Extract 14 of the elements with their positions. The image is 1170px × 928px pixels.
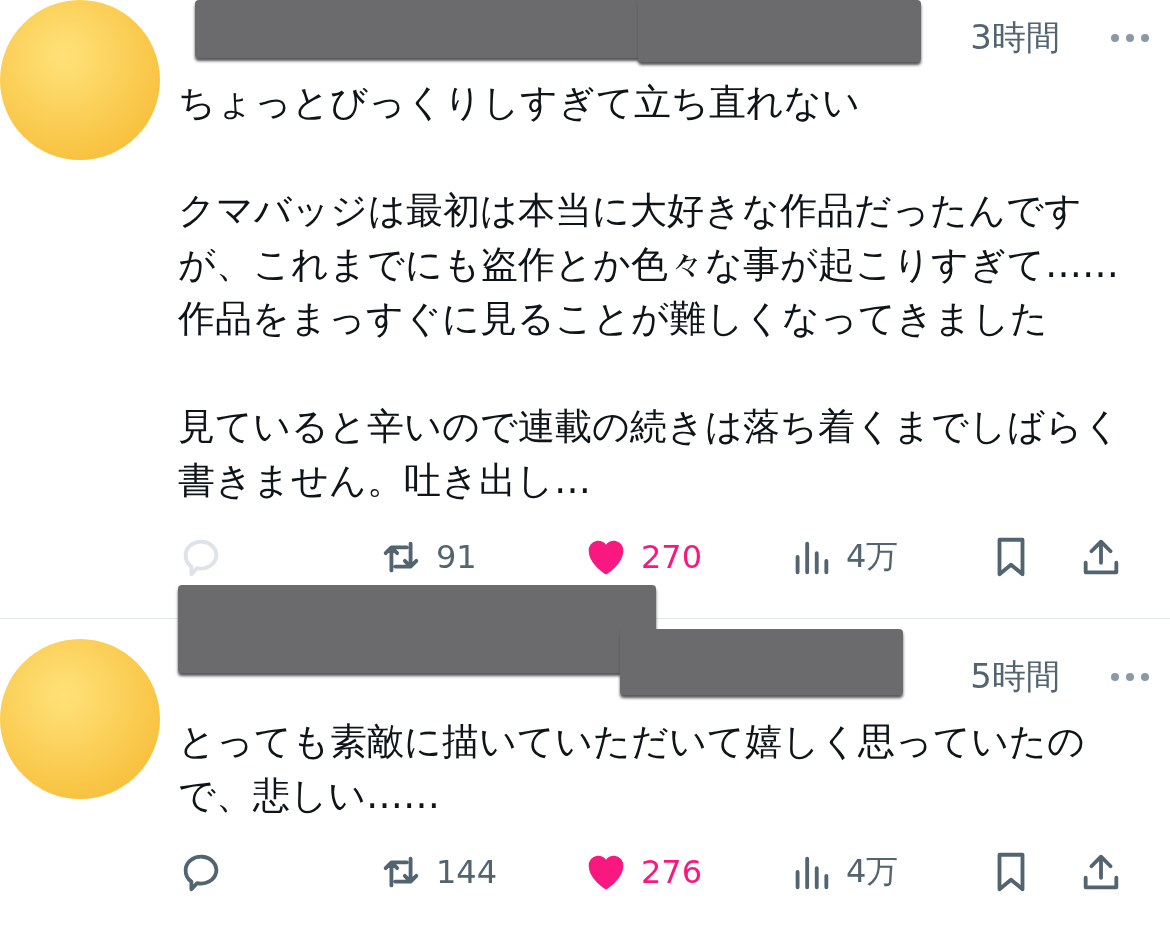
- post-text: 見ていると辛いので連載の続きは落ち着くまでしばらく書きません。吐き出し…: [178, 404, 1122, 504]
- repost-count: 91: [436, 538, 477, 576]
- more-icon[interactable]: [1110, 672, 1150, 682]
- post-text: とっても素敵に描いていただいて嬉しく思っていたので、悲しい……: [178, 719, 1086, 819]
- post-text: クマバッジは最初は本当に大好きな作品だったんですが、これまでにも盗作とか色々な事が起こりすぎて……作品をまっすぐに見ることが難しくなってきました: [178, 188, 1120, 342]
- timestamp: 5時間: [970, 655, 1060, 698]
- view-count: 4万: [846, 851, 899, 892]
- timestamp: 3時間: [970, 16, 1060, 59]
- post-text: ちょっとびっくりしすぎて立ち直れない: [178, 80, 861, 126]
- like-count: 270: [641, 538, 703, 576]
- view-count: 4万: [846, 536, 899, 577]
- repost-count: 144: [436, 853, 498, 891]
- more-icon[interactable]: [1110, 33, 1150, 43]
- like-count: 276: [641, 853, 703, 891]
